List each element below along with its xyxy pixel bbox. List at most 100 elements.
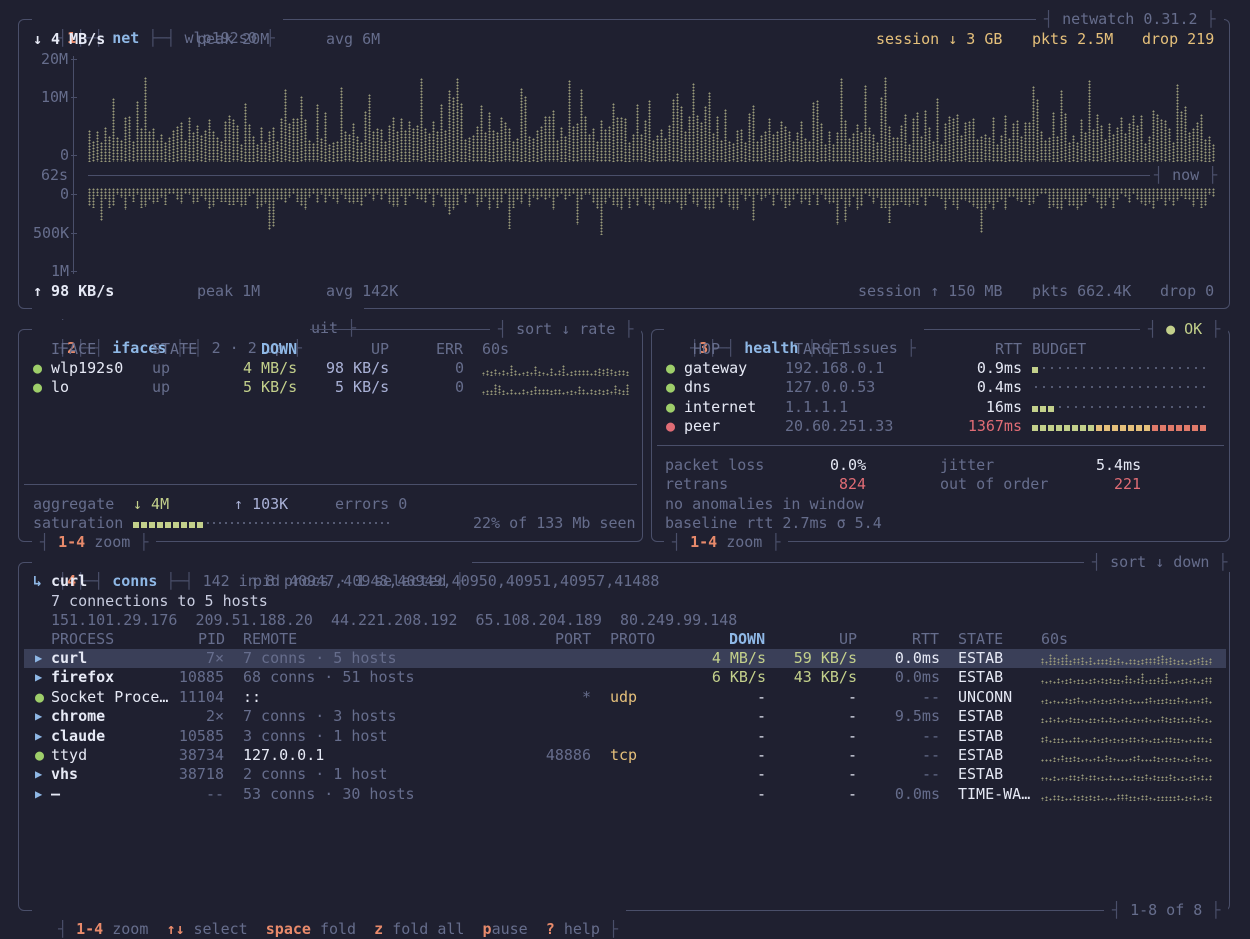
conn-state: TIME-WA… xyxy=(958,785,1031,803)
conns-panel-title: ┤4├─┤ conns ├─┤ 142 in 8 procs · 1 selec… xyxy=(32,553,473,590)
panel-title[interactable]: health xyxy=(744,339,798,357)
fold-key[interactable]: space xyxy=(266,920,311,938)
col-rtt: RTT xyxy=(995,340,1023,358)
expand-arrow-icon[interactable]: ▶ xyxy=(35,727,42,746)
conn-remote: 7 conns · 5 hosts xyxy=(243,649,397,667)
conn-up: - xyxy=(847,765,857,783)
hop-rtt: 0.4ms xyxy=(976,378,1022,396)
col-up[interactable]: UP xyxy=(839,630,857,649)
aggregate-up: ↑ 103K xyxy=(234,495,289,513)
col-state[interactable]: STATE xyxy=(958,630,1003,649)
conn-process: ttyd xyxy=(51,746,88,764)
ifaces-footer: ┤ 1-4 zoom ├ xyxy=(32,533,157,552)
ifaces-sort[interactable]: ┤ sort ↓ rate ├ xyxy=(490,320,642,339)
saturation-label: saturation xyxy=(33,514,124,532)
status-dot-icon: ● xyxy=(35,688,45,706)
conn-rtt: 0.0ms xyxy=(894,785,940,803)
health-footer: ┤ 1-4 zoom ├ xyxy=(664,533,789,552)
retrans-label: retrans xyxy=(665,475,729,493)
app-version: ┤ netwatch 0.31.2 ├ xyxy=(1036,10,1224,29)
col-down[interactable]: DOWN xyxy=(261,340,297,359)
conn-remote: 3 conns · 1 host xyxy=(243,727,388,745)
saturation-bar xyxy=(133,514,391,533)
now-label: ┤ now ├ xyxy=(1150,166,1222,185)
conn-pid: 2× xyxy=(205,707,224,725)
zoom-key[interactable]: 1-4 xyxy=(690,533,717,551)
zoom-key[interactable]: 1-4 xyxy=(76,920,103,938)
conn-pid: -- xyxy=(205,785,224,803)
status-dot-icon: ● xyxy=(666,398,676,416)
conn-process: chrome xyxy=(51,707,106,725)
anomaly-note: no anomalies in window xyxy=(665,495,864,513)
conns-sort[interactable]: ┤ sort ↓ down ├ xyxy=(1084,553,1236,572)
y-label-20m: 20M xyxy=(41,50,69,68)
zoom-key[interactable]: 1-4 xyxy=(58,533,85,551)
iface-err: 0 xyxy=(455,359,465,377)
conn-up: - xyxy=(847,746,857,764)
expand-arrow-icon[interactable]: ▶ xyxy=(35,765,42,784)
col-up[interactable]: UP xyxy=(371,340,389,359)
conn-sparkline xyxy=(1041,789,1212,801)
col-state[interactable]: STATE xyxy=(152,340,197,359)
up-pkts: pkts 662.4K xyxy=(1032,282,1132,300)
conn-remote: 53 conns · 30 hosts xyxy=(243,785,415,803)
hop-target: 1.1.1.1 xyxy=(785,398,849,416)
select-key[interactable]: ↑↓ xyxy=(166,920,184,938)
conn-down: 6 KB/s xyxy=(711,668,766,686)
down-session: session ↓ 3 GB xyxy=(876,30,1003,48)
panel-title[interactable]: net xyxy=(112,29,139,47)
up-peak: peak 1M xyxy=(197,282,261,300)
expand-arrow-icon[interactable]: ▶ xyxy=(35,785,42,804)
conn-up: - xyxy=(847,785,857,803)
conn-pid: 38734 xyxy=(178,746,224,764)
y-label-10m: 10M xyxy=(41,88,69,106)
expand-arrow-icon[interactable]: ▶ xyxy=(35,707,42,726)
expand-arrow-icon[interactable]: ▶ xyxy=(35,668,42,687)
col-rtt[interactable]: RTT xyxy=(912,630,939,649)
panel-title[interactable]: conns xyxy=(112,572,157,590)
conn-state: UNCONN xyxy=(958,688,1013,706)
col-process[interactable]: PROCESS xyxy=(51,630,114,649)
hop-budget-bar xyxy=(1032,398,1217,417)
fold-all-key[interactable]: z xyxy=(374,920,383,938)
pause-key[interactable]: p xyxy=(483,920,492,938)
issues-tab[interactable]: issues xyxy=(844,339,898,357)
conn-remote: 127.0.0.1 xyxy=(243,746,325,764)
conn-sparkline xyxy=(1041,731,1212,743)
conn-sparkline xyxy=(1041,672,1212,684)
col-pid[interactable]: PID xyxy=(198,630,225,649)
conn-pid: 10885 xyxy=(178,668,224,686)
saturation-text: 22% of 133 Mb seen xyxy=(473,514,636,532)
conn-rtt: -- xyxy=(921,746,940,764)
expand-arrow-icon[interactable]: ▶ xyxy=(35,649,42,668)
aggregate-label: aggregate xyxy=(33,495,115,513)
conn-sparkline xyxy=(1041,750,1212,762)
conn-pid: 7× xyxy=(205,649,224,667)
help-key[interactable]: ? xyxy=(546,920,555,938)
col-proto[interactable]: PROTO xyxy=(610,630,655,649)
col-iface[interactable]: IFACE xyxy=(51,340,96,359)
hop-budget-bar xyxy=(1032,378,1217,397)
y-label-500k: 500K xyxy=(33,224,70,242)
conn-sparkline xyxy=(1041,711,1212,723)
conn-state: ESTAB xyxy=(958,649,1004,667)
y-label-1m: 1M xyxy=(51,262,70,280)
conns-footer: ┤ 1-4 zoom ↑↓ select space fold z fold a… xyxy=(32,901,626,938)
conn-down: - xyxy=(756,688,766,706)
errors-count: errors 0 xyxy=(335,495,408,513)
conn-state: ESTAB xyxy=(958,727,1004,745)
col-down[interactable]: DOWN xyxy=(729,630,765,649)
down-peak: peak 20M xyxy=(197,30,270,48)
conn-down: - xyxy=(756,785,766,803)
col-remote[interactable]: REMOTE xyxy=(243,630,297,649)
col-err[interactable]: ERR xyxy=(436,340,463,359)
iface-up: 98 KB/s xyxy=(326,359,390,377)
conn-process: Socket Proce… xyxy=(51,688,169,706)
conn-pid: 38718 xyxy=(178,765,224,783)
conn-up: - xyxy=(847,727,857,745)
conn-pid: 10585 xyxy=(178,727,224,745)
col-port[interactable]: PORT xyxy=(555,630,591,649)
conn-down: - xyxy=(756,765,766,783)
health-status: ┤ ● OK ├ xyxy=(1140,320,1229,339)
conn-up: - xyxy=(847,707,857,725)
